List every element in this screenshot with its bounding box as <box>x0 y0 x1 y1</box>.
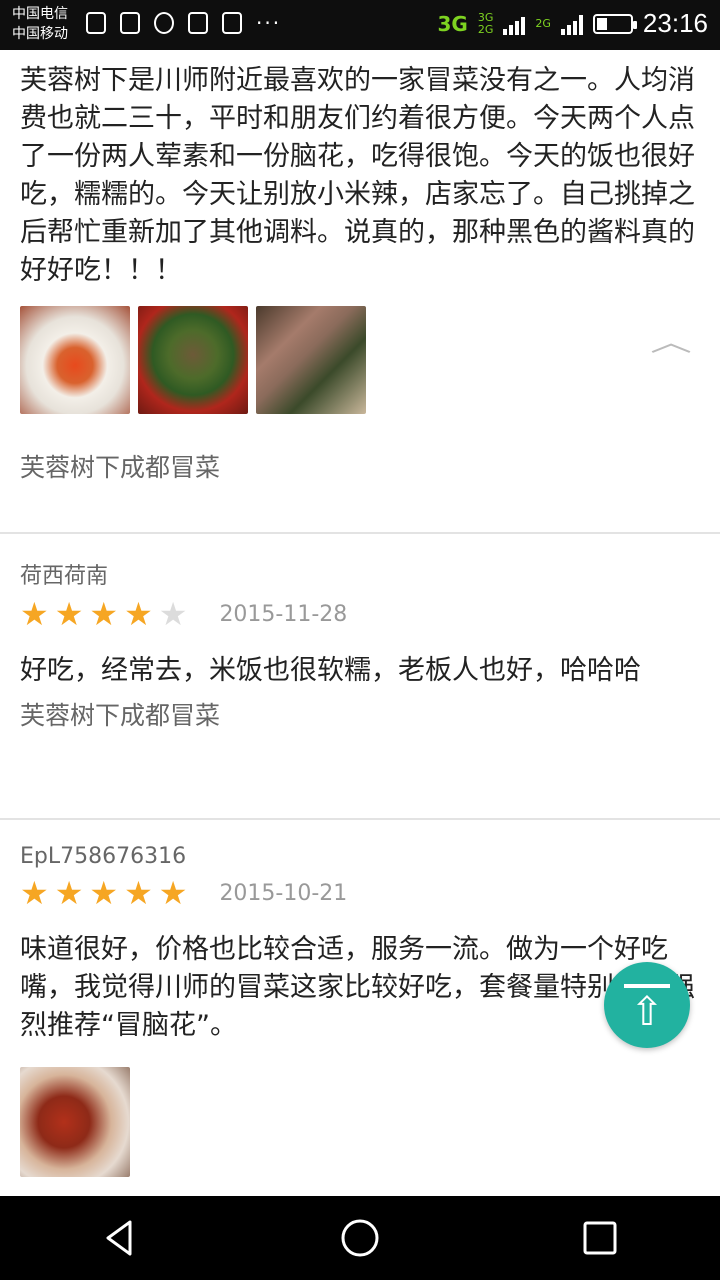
review-text: 芙蓉树下是川师附近最喜欢的一家冒菜没有之一。人均消费也就二三十，平时和朋友们约着… <box>20 65 695 286</box>
shop-name[interactable]: 芙蓉树下成都冒菜 <box>20 448 700 484</box>
recents-square-icon <box>583 1221 617 1255</box>
rating-stars: ★ ★ ★ ★ ★ <box>20 877 187 909</box>
reviewer-name[interactable]: EpL758676316 <box>20 844 700 869</box>
divider <box>0 818 720 820</box>
more-notifications-icon: ··· <box>256 11 282 35</box>
back-to-top-bar <box>624 984 670 988</box>
carrier-2: 中国移动 <box>12 26 68 42</box>
wechat-icon <box>154 12 174 34</box>
star-filled-icon: ★ <box>20 874 49 912</box>
network-3g-label: 3G <box>437 11 468 36</box>
review-date: 2015-10-21 <box>219 880 348 906</box>
review-photos <box>20 1067 700 1177</box>
status-right: 3G 3G 2G 2G 23:16 <box>438 8 708 39</box>
review-date: 2015-11-28 <box>219 601 348 627</box>
signal-icon <box>503 13 526 35</box>
back-to-top-button[interactable]: ⇧ <box>604 962 690 1048</box>
review-list[interactable]: 芙蓉树下是川师附近最喜欢的一家冒菜没有之一。人均消费也就二三十，平时和朋友们约着… <box>0 50 720 1196</box>
review-photos <box>20 306 700 414</box>
review-item: 芙蓉树下是川师附近最喜欢的一家冒菜没有之一。人均消费也就二三十，平时和朋友们约着… <box>0 50 720 484</box>
signal-icon-2 <box>560 13 583 35</box>
carrier-info: 中国电信 中国移动 <box>12 4 68 44</box>
back-to-top-icon: ⇧ <box>630 989 664 1035</box>
review-item: 荷西荷南 ★ ★ ★ ★ ★ 2015-11-28 好吃，经常去，米饭也很软糯，老板人也… <box>0 558 720 732</box>
divider <box>0 532 720 534</box>
nav-recents-button[interactable] <box>570 1208 630 1268</box>
rating-stars: ★ ★ ★ ★ ★ <box>20 598 187 630</box>
carrier-1: 中国电信 <box>12 6 68 22</box>
network-2g-small: 2G <box>477 22 494 36</box>
missed-call-icon <box>86 12 106 34</box>
notification-icons: ··· <box>86 12 281 34</box>
network-2g-label: 2G <box>535 16 551 30</box>
review-text: 好吃，经常去，米饭也很软糯，老板人也好，哈哈哈 <box>20 655 641 686</box>
reviewer-name[interactable]: 荷西荷南 <box>20 558 700 590</box>
battery-warning-icon <box>188 12 208 34</box>
image-icon <box>222 12 242 34</box>
nav-back-button[interactable] <box>90 1208 150 1268</box>
review-photo[interactable] <box>20 1067 130 1177</box>
home-circle-icon <box>341 1219 379 1257</box>
review-text: 味道很好，价格也比较合适，服务一流。做为一个好吃嘴，我觉得川师的冒菜这家比较好吃… <box>20 934 695 1041</box>
star-filled-icon: ★ <box>54 595 84 633</box>
star-filled-icon: ★ <box>158 874 188 912</box>
navigation-bar <box>0 1196 720 1280</box>
star-filled-icon: ★ <box>89 595 119 633</box>
network-3g-small: 3G <box>477 10 494 24</box>
star-filled-icon: ★ <box>20 595 49 633</box>
review-photo[interactable] <box>138 306 248 414</box>
battery-icon <box>592 13 637 34</box>
star-filled-icon: ★ <box>124 874 153 912</box>
review-photo[interactable] <box>256 306 366 414</box>
clock: 23:16 <box>642 8 708 38</box>
chevron-up-icon[interactable]: ︿ <box>650 322 692 359</box>
back-triangle-icon <box>106 1220 132 1256</box>
network-dual-label: 3G 2G <box>477 10 494 36</box>
rating-row: ★ ★ ★ ★ ★ 2015-11-28 <box>20 598 700 630</box>
star-filled-icon: ★ <box>54 874 84 912</box>
upload-icon <box>120 12 140 34</box>
review-photo[interactable] <box>20 306 130 414</box>
star-filled-icon: ★ <box>89 874 119 912</box>
shop-name[interactable]: 芙蓉树下成都冒菜 <box>20 696 700 732</box>
nav-home-button[interactable] <box>330 1208 390 1268</box>
star-empty-icon: ★ <box>158 595 188 633</box>
rating-row: ★ ★ ★ ★ ★ 2015-10-21 <box>20 877 700 909</box>
star-filled-icon: ★ <box>124 595 153 633</box>
status-bar: 中国电信 中国移动 ··· 3G 3G 2G 2G 23:16 <box>0 0 720 50</box>
